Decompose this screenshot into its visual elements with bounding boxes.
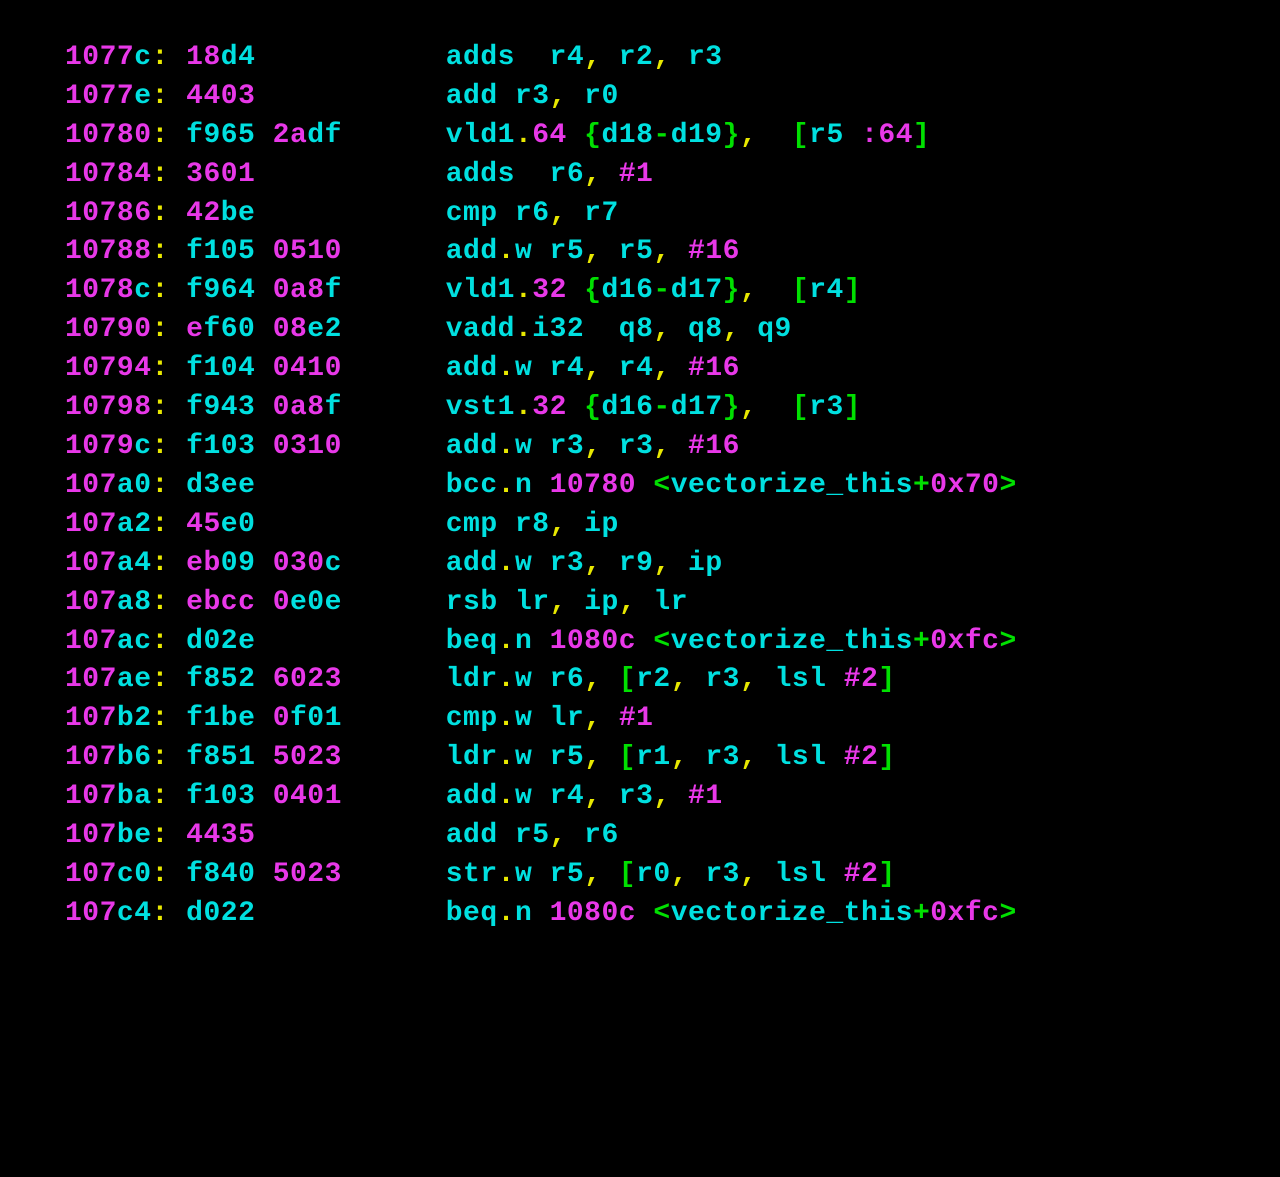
disasm-line: 107a8: ebcc 0e0e rsb lr, ip, lr <box>65 584 1280 623</box>
disasm-line: 107a4: eb09 030c add.w r3, r9, ip <box>65 545 1280 584</box>
disasm-line: 107be: 4435 add r5, r6 <box>65 817 1280 856</box>
disasm-line: 10790: ef60 08e2 vadd.i32 q8, q8, q9 <box>65 311 1280 350</box>
disasm-line: 107b6: f851 5023 ldr.w r5, [r1, r3, lsl … <box>65 739 1280 778</box>
disasm-line: 107b2: f1be 0f01 cmp.w lr, #1 <box>65 700 1280 739</box>
disasm-line: 107a0: d3ee bcc.n 10780 <vectorize_this+… <box>65 467 1280 506</box>
disasm-line: 10786: 42be cmp r6, r7 <box>65 195 1280 234</box>
disasm-line: 107c4: d022 beq.n 1080c <vectorize_this+… <box>65 895 1280 934</box>
disasm-line: 107a2: 45e0 cmp r8, ip <box>65 506 1280 545</box>
disasm-line: 10794: f104 0410 add.w r4, r4, #16 <box>65 350 1280 389</box>
disasm-line: 107ae: f852 6023 ldr.w r6, [r2, r3, lsl … <box>65 661 1280 700</box>
disasm-line: 1078c: f964 0a8f vld1.32 {d16-d17}, [r4] <box>65 272 1280 311</box>
disasm-line: 10798: f943 0a8f vst1.32 {d16-d17}, [r3] <box>65 389 1280 428</box>
disasm-line: 107c0: f840 5023 str.w r5, [r0, r3, lsl … <box>65 856 1280 895</box>
disasm-line: 1077e: 4403 add r3, r0 <box>65 78 1280 117</box>
disasm-line: 10780: f965 2adf vld1.64 {d18-d19}, [r5 … <box>65 117 1280 156</box>
disasm-line: 10784: 3601 adds r6, #1 <box>65 156 1280 195</box>
disasm-line: 107ba: f103 0401 add.w r4, r3, #1 <box>65 778 1280 817</box>
disasm-line: 1079c: f103 0310 add.w r3, r3, #16 <box>65 428 1280 467</box>
disasm-line: 10788: f105 0510 add.w r5, r5, #16 <box>65 233 1280 272</box>
disassembly-listing: 1077c: 18d4 adds r4, r2, r31077e: 4403 a… <box>65 39 1280 934</box>
disasm-line: 1077c: 18d4 adds r4, r2, r3 <box>65 39 1280 78</box>
disasm-line: 107ac: d02e beq.n 1080c <vectorize_this+… <box>65 623 1280 662</box>
